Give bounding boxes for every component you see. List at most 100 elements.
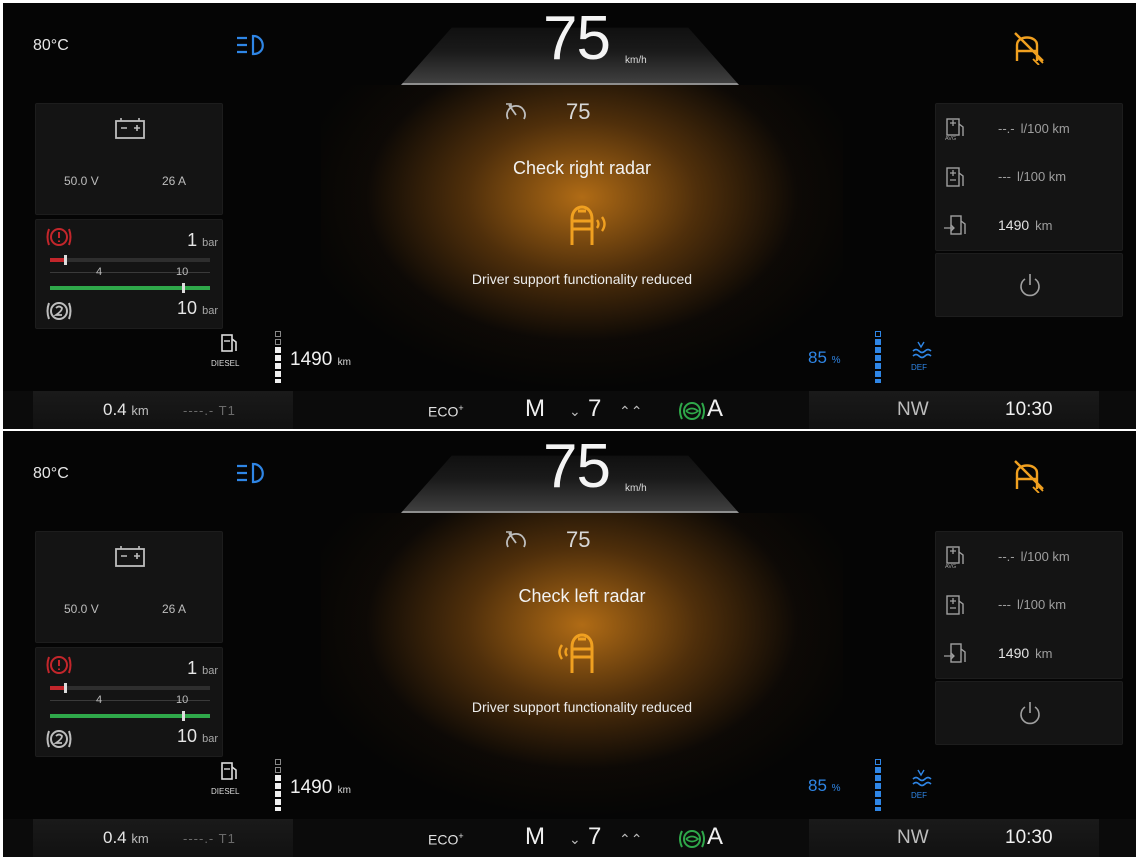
gear-down-indicator: ⌄: [569, 831, 581, 847]
trip-distance: 0.4 km: [103, 400, 149, 419]
avg-consumption-unit: l/100 km: [1020, 121, 1070, 136]
cruise-control-icon: [506, 531, 526, 548]
gear-number: 7: [588, 823, 602, 850]
avg-consumption-icon: AVG: [945, 546, 964, 568]
brake-circuit-2-icon: [46, 730, 72, 748]
fuel-range-icon: [944, 643, 966, 663]
battery-panel: 50.0 V 26 A: [35, 103, 223, 215]
warning-message-subtitle: Driver support functionality reduced: [471, 699, 693, 715]
scale-label-4: 4: [96, 694, 103, 706]
battery-current: 26 A: [162, 602, 187, 616]
diesel-label: DIESEL: [211, 787, 240, 796]
air-pressure-2-gauge: [50, 283, 210, 293]
instrument-cluster-right-radar: 80°C 75 km/h 75 Check right radar Driver…: [3, 3, 1136, 429]
fuel-range-value: 1490: [998, 645, 1030, 661]
air-pressure-2: 10 bar: [177, 726, 218, 746]
instrument-cluster-left-radar: 80°C 75 km/h 75 Check left radar Driver …: [3, 431, 1136, 857]
avg-consumption-icon: AVG: [945, 118, 964, 140]
coolant-temperature: 80°C: [33, 37, 69, 54]
avg-consumption-value: --.-: [998, 121, 1015, 136]
clock: 10:30: [1005, 827, 1053, 848]
avg-consumption-row: AVG --.- l/100 km: [944, 546, 1124, 568]
eco-mode: ECO+: [428, 403, 464, 420]
fuel-info-panel: AVG --.- l/100 km --- l/100 km 1490 km: [935, 103, 1123, 251]
steering-auto-icon: [679, 830, 705, 848]
set-speed-value: 75: [566, 99, 591, 124]
auto-mode: A: [707, 823, 724, 850]
fuel-range-unit: km: [1035, 646, 1053, 661]
power-panel[interactable]: [935, 253, 1123, 317]
set-speed-value: 75: [566, 527, 591, 552]
battery-voltage: 50.0 V: [64, 174, 99, 188]
radar-off-icon: [1014, 32, 1044, 65]
compass-heading: NW: [897, 827, 929, 848]
air-pressure-panel: 1 bar 4 10 10 bar: [35, 647, 223, 757]
inst-consumption-row: --- l/100 km: [944, 166, 1124, 188]
gear-down-indicator: ⌄: [569, 403, 581, 419]
battery-icon: [115, 118, 145, 139]
battery-current: 26 A: [162, 174, 187, 188]
inst-consumption-value: ---: [998, 169, 1011, 184]
scale-label-4: 4: [96, 266, 103, 278]
warning-message-title: Check left radar: [518, 586, 646, 606]
fuel-range-row: 1490 km: [944, 214, 1124, 236]
def-level-percent: 85 %: [808, 776, 841, 795]
power-icon[interactable]: [1018, 700, 1042, 726]
brake-circuit-1-icon: [46, 656, 72, 674]
inst-consumption-unit: l/100 km: [1017, 597, 1067, 612]
gear-up-indicator: ⌃⌃: [619, 831, 643, 847]
power-panel[interactable]: [935, 681, 1123, 745]
compass-heading: NW: [897, 399, 929, 420]
speed-value: 75: [543, 432, 611, 501]
air-pressure-2: 10 bar: [177, 298, 218, 318]
air-pressure-1: 1 bar: [187, 230, 218, 250]
gear-mode: M: [525, 395, 545, 422]
air-pressure-2-gauge: [50, 711, 210, 721]
trip-distance: 0.4 km: [103, 828, 149, 847]
def-level-gauge: [875, 331, 883, 383]
power-icon[interactable]: [1018, 272, 1042, 298]
inst-consumption-unit: l/100 km: [1017, 169, 1067, 184]
fuel-range: 1490 km: [290, 349, 351, 370]
brake-circuit-1-icon: [46, 228, 72, 246]
fuel-range-unit: km: [1035, 218, 1053, 233]
inst-consumption-icon: [946, 595, 964, 615]
fuel-range-row: 1490 km: [944, 642, 1124, 664]
def-level-percent: 85 %: [808, 348, 841, 367]
cruise-control-icon: [506, 103, 526, 120]
headlight-icon: [237, 34, 264, 56]
fuel-range-icon: [944, 215, 966, 235]
headlight-icon: [237, 462, 264, 484]
radar-right-warning-icon: [570, 205, 606, 245]
svg-text:AVG: AVG: [945, 564, 956, 568]
auto-mode: A: [707, 395, 724, 422]
air-pressure-1: 1 bar: [187, 658, 218, 678]
radar-left-warning-icon: [558, 633, 594, 673]
clock: 10:30: [1005, 399, 1053, 420]
avg-consumption-value: --.-: [998, 549, 1015, 564]
def-label: DEF: [911, 791, 927, 800]
gear-number: 7: [588, 395, 602, 422]
coolant-temperature: 80°C: [33, 465, 69, 482]
fuel-info-panel: AVG --.- l/100 km --- l/100 km 1490 km: [935, 531, 1123, 679]
inst-consumption-icon: [946, 167, 964, 187]
inst-consumption-row: --- l/100 km: [944, 594, 1124, 616]
battery-panel: 50.0 V 26 A: [35, 531, 223, 643]
warning-message-title: Check right radar: [512, 158, 652, 178]
air-pressure-1-gauge: [50, 683, 210, 693]
warning-message-subtitle: Driver support functionality reduced: [471, 271, 693, 287]
def-level-gauge: [875, 759, 883, 811]
trip-t1: ----.- T1: [183, 831, 236, 846]
avg-consumption-row: AVG --.- l/100 km: [944, 118, 1124, 140]
fuel-range: 1490 km: [290, 777, 351, 798]
radar-off-icon: [1014, 460, 1044, 493]
speed-value: 75: [543, 4, 611, 73]
gear-mode: M: [525, 823, 545, 850]
air-pressure-panel: 1 bar 4 10 10 bar: [35, 219, 223, 329]
brake-circuit-2-icon: [46, 302, 72, 320]
def-label: DEF: [911, 363, 927, 372]
battery-icon: [115, 546, 145, 567]
speed-unit: km/h: [625, 483, 647, 494]
gear-up-indicator: ⌃⌃: [619, 403, 643, 419]
speed-unit: km/h: [625, 55, 647, 66]
